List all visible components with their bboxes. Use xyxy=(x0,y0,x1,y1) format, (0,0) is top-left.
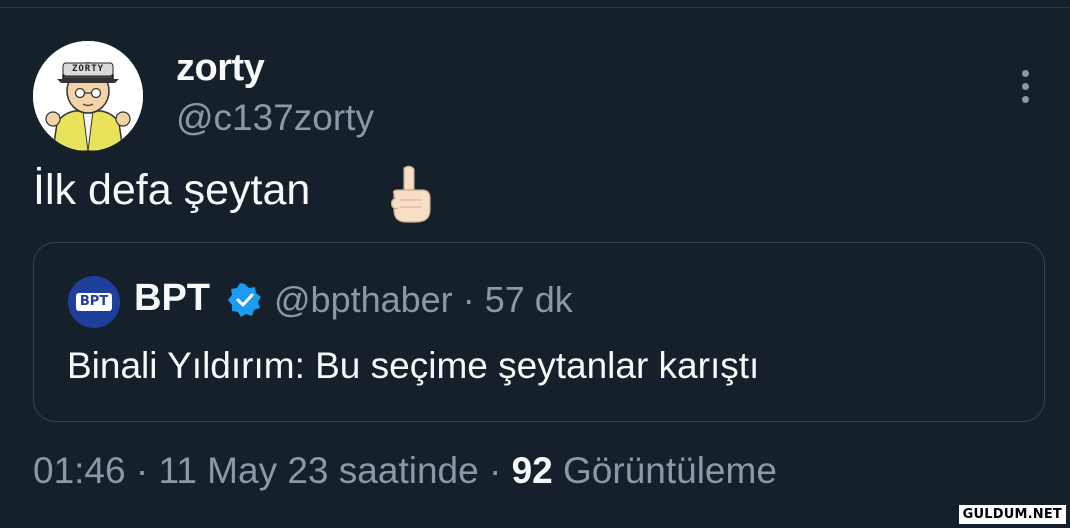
quoted-time-ago[interactable]: 57 dk xyxy=(485,279,573,320)
top-divider xyxy=(0,7,1070,8)
avatar-cap-lettering: ZORTY xyxy=(71,64,105,74)
quoted-tweet-card[interactable]: BPT BPT @bpthaber · 57 dk Binali Yıldırı… xyxy=(33,242,1045,422)
author-handle[interactable]: @c137zorty xyxy=(176,97,374,139)
author-avatar[interactable]: ZORTY xyxy=(33,41,143,151)
verified-badge-icon xyxy=(228,283,262,317)
meta-separator: · xyxy=(488,450,502,491)
meta-separator: · xyxy=(135,450,149,491)
tweet-meta: 01:46 · 11 May 23 saatinde · 92 Görüntül… xyxy=(33,450,777,492)
quoted-meta: @bpthaber · 57 dk xyxy=(274,279,573,321)
tweet-time[interactable]: 01:46 xyxy=(33,450,126,491)
tweet-text: İlk defa şeytan xyxy=(33,166,311,214)
author-name[interactable]: zorty xyxy=(176,47,265,90)
quoted-author-handle[interactable]: @bpthaber xyxy=(274,279,453,320)
more-options-button[interactable] xyxy=(1008,64,1042,108)
avatar-illustration xyxy=(33,41,143,151)
meta-separator: · xyxy=(462,279,475,320)
watermark: GULDUM.NET xyxy=(958,505,1066,524)
views-count[interactable]: 92 xyxy=(512,450,553,491)
pointing-up-emoji-icon xyxy=(382,164,438,224)
more-vertical-icon xyxy=(1021,69,1029,77)
quoted-author-name[interactable]: BPT xyxy=(134,277,210,320)
quoted-avatar-lettering: BPT xyxy=(79,294,109,309)
quoted-author-avatar[interactable]: BPT xyxy=(68,276,120,328)
views-label: Görüntüleme xyxy=(563,450,777,491)
tweet-detail-view: ZORTY zorty @c137zorty İlk defa şeytan B… xyxy=(0,0,1070,528)
tweet-date[interactable]: 11 May 23 saatinde xyxy=(158,450,478,491)
quoted-tweet-text: Binali Yıldırım: Bu seçime şeytanlar kar… xyxy=(67,345,760,386)
